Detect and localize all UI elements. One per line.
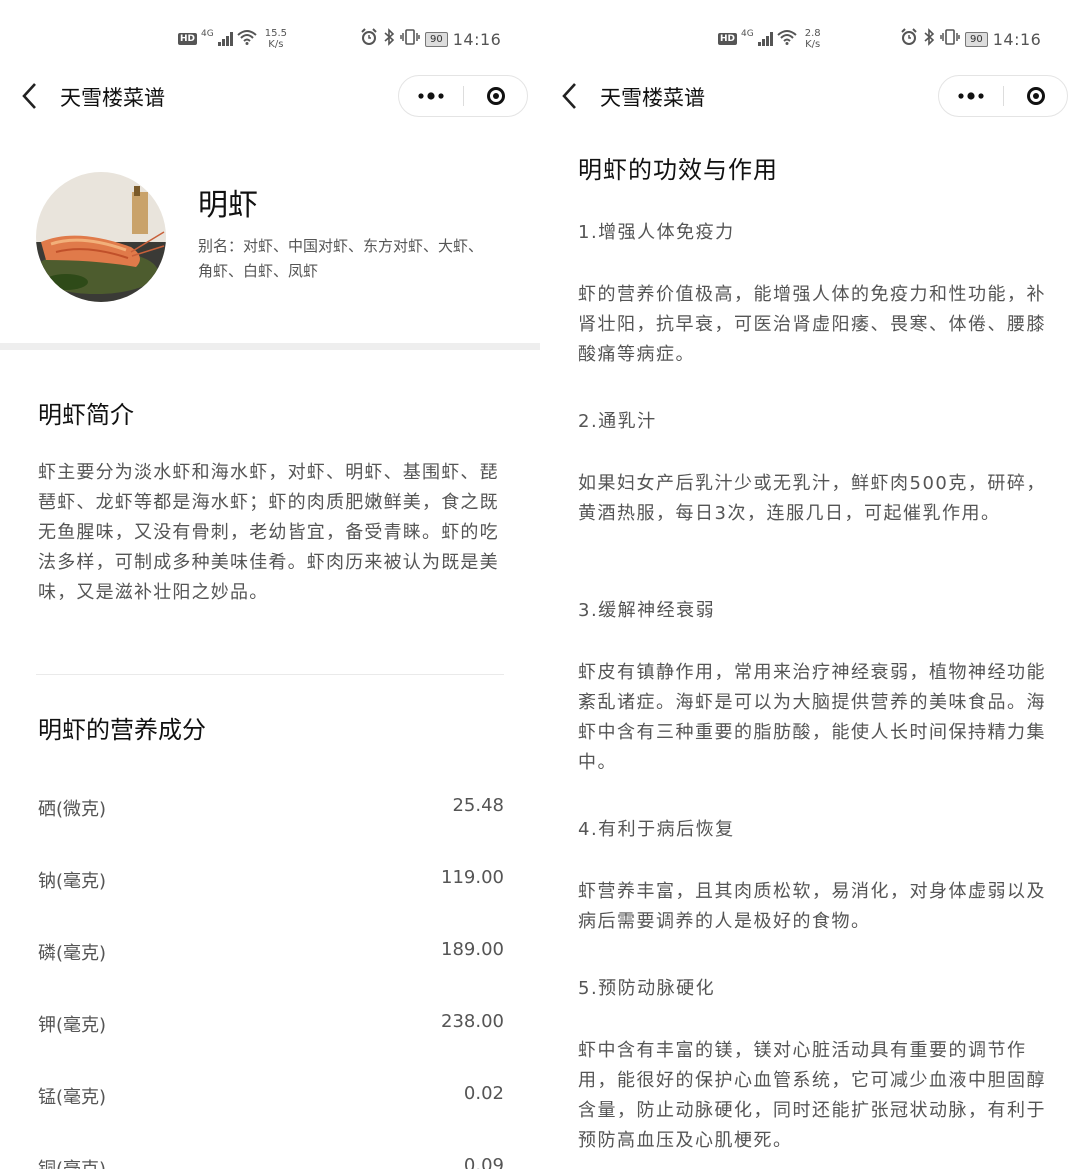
battery-icon: 90 (425, 31, 448, 47)
speed-unit: K/s (268, 39, 284, 50)
status-bar: HD 4G 2.8 K/s 90 14:16 (540, 24, 1080, 56)
chevron-left-icon (562, 83, 576, 109)
more-dots-icon (958, 92, 984, 100)
alarm-icon (360, 28, 378, 50)
nutrition-row: 铜(毫克) 0.09 (38, 1155, 504, 1169)
target-icon (1026, 87, 1045, 105)
effect-heading: 3.缓解神经衰弱 (578, 600, 716, 621)
nutrient-label: 锰(毫克) (38, 1087, 107, 1108)
nutrition-title: 明虾的营养成分 (38, 716, 206, 744)
effect-heading: 1.增强人体免疫力 (578, 222, 735, 243)
nutrient-label: 钾(毫克) (38, 1015, 107, 1036)
more-button[interactable] (399, 76, 463, 116)
nutrient-value: 238.00 (441, 1011, 504, 1032)
status-bar: HD 4G 15.5 K/s 90 14:16 (0, 24, 540, 56)
alarm-icon (900, 28, 918, 50)
miniprogram-capsule (938, 75, 1068, 117)
close-miniprogram-button[interactable] (1004, 76, 1067, 116)
nutrition-row: 钾(毫克) 238.00 (38, 1011, 504, 1041)
nav-title: 天雪楼菜谱 (60, 86, 165, 110)
effect-heading: 5.预防动脉硬化 (578, 978, 716, 999)
clock-time: 14:16 (452, 29, 502, 49)
nutrient-value: 25.48 (452, 795, 504, 816)
nutrient-label: 磷(毫克) (38, 943, 107, 964)
section-separator (0, 343, 540, 350)
nutrient-label: 硒(微克) (38, 799, 107, 820)
network-speed: 15.5 K/s (265, 28, 287, 50)
chevron-left-icon (22, 83, 36, 109)
nutrient-value: 0.09 (463, 1155, 504, 1169)
nav-bar: 天雪楼菜谱 (540, 72, 1080, 120)
effect-text: 虾中含有丰富的镁，镁对心脏活动具有重要的调节作用，能很好的保护心血管系统，它可减… (578, 1040, 1046, 1151)
divider (36, 674, 504, 675)
intro-title: 明虾简介 (38, 401, 134, 429)
nav-title: 天雪楼菜谱 (600, 86, 705, 110)
dish-image (36, 172, 166, 302)
effect-text: 虾的营养价值极高，能增强人体的免疫力和性功能，补肾壮阳，抗早衰，可医治肾虚阳痿、… (578, 284, 1046, 365)
nutrient-value: 189.00 (441, 939, 504, 960)
dish-name: 明虾 (198, 188, 258, 223)
signal-icon (757, 32, 773, 46)
wifi-icon (237, 29, 257, 49)
miniprogram-capsule (398, 75, 528, 117)
effect-text: 虾营养丰富，且其肉质松软，易消化，对身体虚弱以及病后需要调养的人是极好的食物。 (578, 881, 1046, 932)
speed-unit: K/s (805, 39, 821, 50)
left-phone-screen: HD 4G 15.5 K/s 90 14:16 天雪楼菜谱 明虾 别名：对虾、中… (0, 0, 540, 1169)
dish-alias: 别名：对虾、中国对虾、东方对虾、大虾、角虾、白虾、凤虾 (198, 237, 484, 280)
effect-heading: 4.有利于病后恢复 (578, 819, 735, 840)
network-type: 4G (741, 29, 754, 39)
more-dots-icon (418, 92, 444, 100)
vibrate-icon (940, 28, 960, 50)
nutrient-label: 钠(毫克) (38, 871, 107, 892)
intro-text: 虾主要分为淡水虾和海水虾，对虾、明虾、基围虾、琵琶虾、龙虾等都是海水虾；虾的肉质… (38, 462, 499, 603)
speed-value: 15.5 (264, 28, 287, 39)
nutrition-row: 磷(毫克) 189.00 (38, 939, 504, 969)
nav-bar: 天雪楼菜谱 (0, 72, 540, 120)
network-speed: 2.8 K/s (805, 28, 821, 50)
back-button[interactable] (14, 78, 44, 114)
network-type: 4G (201, 29, 214, 39)
nutrition-row: 锰(毫克) 0.02 (38, 1083, 504, 1113)
right-phone-screen: HD 4G 2.8 K/s 90 14:16 天雪楼菜谱 明虾的功效与作用 1.… (540, 0, 1080, 1169)
nutrition-row: 钠(毫克) 119.00 (38, 867, 504, 897)
shrimp-photo-icon (36, 172, 166, 302)
close-miniprogram-button[interactable] (464, 76, 527, 116)
clock-time: 14:16 (992, 29, 1042, 49)
wifi-icon (777, 29, 797, 49)
signal-icon (217, 32, 233, 46)
target-icon (486, 87, 505, 105)
nutrient-value: 0.02 (463, 1083, 504, 1104)
battery-icon: 90 (965, 31, 988, 47)
bluetooth-icon (383, 28, 395, 50)
nutrition-row: 硒(微克) 25.48 (38, 795, 504, 825)
nutrient-label: 铜(毫克) (38, 1155, 106, 1169)
effect-text: 如果妇女产后乳汁少或无乳汁，鲜虾肉500克，研碎，黄酒热服，每日3次，连服几日，… (578, 473, 1046, 524)
effect-heading: 2.通乳汁 (578, 411, 657, 432)
speed-value: 2.8 (804, 28, 821, 39)
nutrient-value: 119.00 (441, 867, 504, 888)
effect-text: 虾皮有镇静作用，常用来治疗神经衰弱，植物神经功能紊乱诸症。海虾是可以为大脑提供营… (578, 662, 1046, 773)
effects-title: 明虾的功效与作用 (578, 156, 778, 184)
hd-icon: HD (718, 33, 738, 45)
more-button[interactable] (939, 76, 1003, 116)
back-button[interactable] (554, 78, 584, 114)
hd-icon: HD (178, 33, 198, 45)
bluetooth-icon (923, 28, 935, 50)
vibrate-icon (400, 28, 420, 50)
